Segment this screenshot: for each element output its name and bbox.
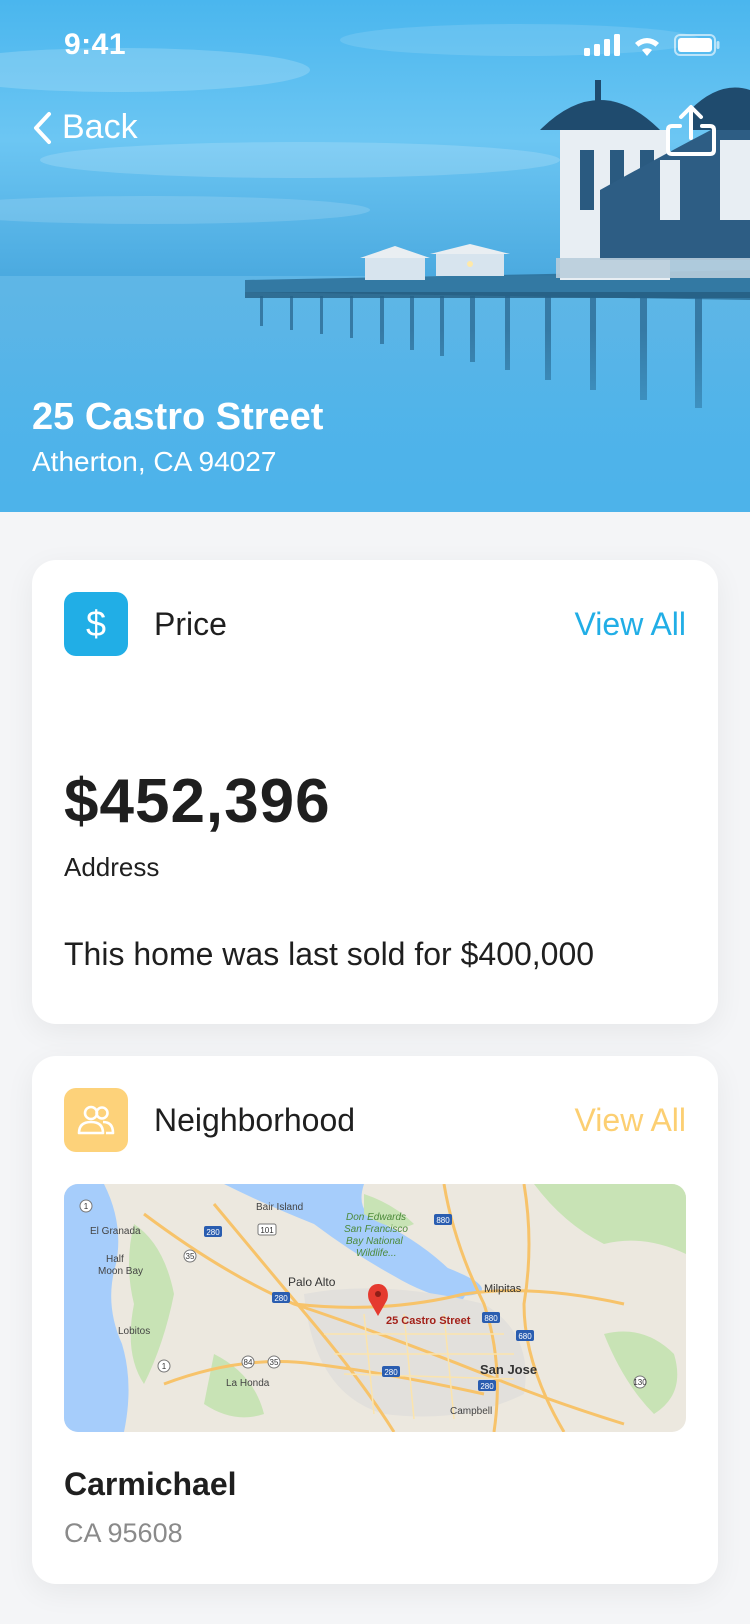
svg-text:280: 280 (480, 1382, 494, 1391)
svg-text:1: 1 (84, 1202, 89, 1211)
status-icons (584, 34, 720, 56)
svg-text:Campbell: Campbell (450, 1406, 492, 1417)
back-button[interactable]: Back (32, 108, 138, 147)
back-label: Back (62, 108, 138, 146)
svg-text:La Honda: La Honda (226, 1378, 270, 1389)
neighborhood-card: Neighborhood View All 1 280 101 880 280 … (32, 1056, 718, 1584)
property-address-title: 25 Castro Street (32, 396, 324, 438)
cellular-signal-icon (584, 34, 620, 56)
neighborhood-card-title: Neighborhood (154, 1101, 356, 1138)
svg-text:880: 880 (436, 1216, 450, 1225)
svg-text:680: 680 (518, 1332, 532, 1341)
wifi-icon (635, 38, 659, 56)
price-card: $ Price View All $452,396 Address This h… (32, 560, 718, 1024)
svg-text:880: 880 (484, 1314, 498, 1323)
svg-text:130: 130 (633, 1378, 647, 1387)
svg-text:101: 101 (260, 1226, 274, 1235)
status-bar: 9:41 (0, 0, 750, 92)
price-view-all-link[interactable]: View All (575, 606, 686, 643)
svg-text:Bair Island: Bair Island (256, 1202, 303, 1213)
svg-text:Bay National: Bay National (346, 1236, 403, 1247)
battery-icon (674, 34, 720, 56)
svg-text:35: 35 (186, 1252, 195, 1261)
chevron-left-icon (34, 111, 51, 144)
svg-text:280: 280 (274, 1294, 288, 1303)
svg-text:$: $ (86, 604, 106, 644)
price-amount-label: Address (64, 852, 160, 882)
neighborhood-view-all-link[interactable]: View All (575, 1102, 686, 1139)
svg-text:35: 35 (270, 1358, 279, 1367)
people-icon (64, 1088, 128, 1152)
price-card-header: $ Price View All (64, 592, 686, 656)
svg-text:1: 1 (162, 1362, 167, 1371)
neighborhood-map[interactable]: 1 280 101 880 280 880 680 280 280 1 84 3… (64, 1184, 686, 1432)
status-time: 9:41 (64, 28, 127, 61)
price-card-title: Price (154, 605, 227, 642)
neighborhood-card-header: Neighborhood View All (64, 1088, 686, 1152)
svg-text:Half: Half (106, 1254, 124, 1265)
map-pin-label: 25 Castro Street (386, 1315, 471, 1327)
svg-text:280: 280 (206, 1228, 220, 1237)
svg-text:Moon Bay: Moon Bay (98, 1266, 143, 1277)
neighborhood-zip: CA 95608 (64, 1518, 183, 1548)
share-icon[interactable] (664, 104, 718, 158)
svg-text:Palo Alto: Palo Alto (288, 1275, 336, 1289)
neighborhood-name: Carmichael (64, 1466, 237, 1502)
svg-text:84: 84 (244, 1358, 253, 1367)
svg-text:El Granada: El Granada (90, 1226, 141, 1237)
svg-text:San Jose: San Jose (480, 1362, 537, 1377)
last-sold-note: This home was last sold for $400,000 (64, 936, 595, 972)
hero-header: 9:41 Back 25 Castro Street Atherton, CA … (0, 0, 750, 512)
svg-text:Lobitos: Lobitos (118, 1326, 150, 1337)
svg-text:Milpitas: Milpitas (484, 1283, 522, 1295)
svg-text:San Francisco: San Francisco (344, 1224, 408, 1235)
svg-text:Wildlife...: Wildlife... (356, 1248, 396, 1259)
property-city-subtitle: Atherton, CA 94027 (32, 446, 277, 477)
map-graphic: 1 280 101 880 280 880 680 280 280 1 84 3… (64, 1184, 686, 1432)
svg-text:280: 280 (384, 1368, 398, 1377)
dollar-icon: $ (64, 592, 128, 656)
price-amount: $452,396 (64, 767, 331, 836)
svg-text:Don Edwards: Don Edwards (346, 1212, 406, 1223)
